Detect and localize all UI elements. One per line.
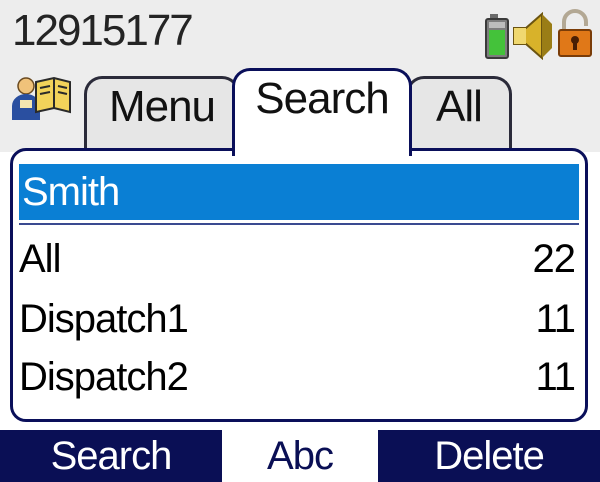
list-item-label: Dispatch1 [19,297,189,341]
battery-icon [485,14,509,59]
list-item-count: 22 [532,237,576,281]
radio-number: 12915177 [12,6,194,55]
list-item-label: Dispatch2 [19,355,189,399]
search-results-panel: Smith All 22 Dispatch1 11 Dispatch2 11 [10,148,588,422]
delete-softkey[interactable]: Delete [378,430,600,482]
text-mode-softkey[interactable]: Abc [222,430,378,482]
speaker-icon [513,12,552,60]
search-input[interactable]: Smith [19,164,579,220]
tab-search[interactable]: Search [232,68,412,156]
list-item-label: All [19,237,61,281]
contacts-book-icon [12,76,71,120]
softkey-bar: Search Abc Delete [0,430,600,482]
list-item-count: 11 [535,297,576,341]
list-item-dispatch1[interactable]: Dispatch1 11 [19,289,579,349]
status-bar: 12915177 [0,0,600,62]
list-item-all[interactable]: All 22 [19,229,579,289]
tab-all[interactable]: All [406,76,512,154]
list-item-count: 11 [535,355,576,399]
lock-icon [558,9,592,57]
search-softkey[interactable]: Search [0,430,222,482]
search-input-underline [19,223,579,225]
radio-screen: 12915177 Menu Search All Smith All 22 Di… [0,0,600,482]
list-item-dispatch2[interactable]: Dispatch2 11 [19,347,579,407]
tab-menu[interactable]: Menu [84,76,240,154]
